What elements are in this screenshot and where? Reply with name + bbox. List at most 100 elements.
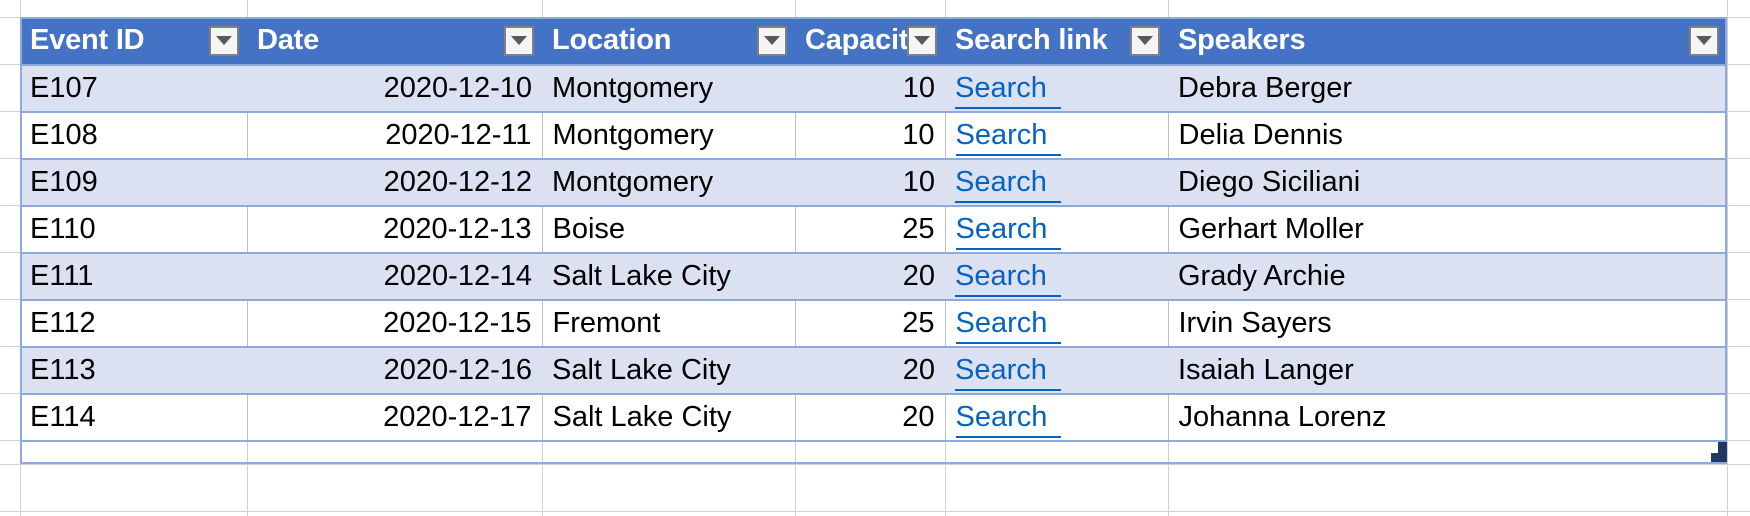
cell-speakers[interactable]: Johanna Lorenz (1167, 393, 1727, 442)
cell-capacity[interactable]: 20 (795, 346, 945, 394)
search-hyperlink[interactable]: Search (955, 117, 1062, 156)
column-header-label-location: Location (552, 24, 672, 56)
filter-dropdown-button-search[interactable] (1130, 25, 1160, 56)
filter-dropdown-button-capacity[interactable] (907, 25, 937, 56)
column-header-event_id[interactable]: Event ID (20, 17, 247, 65)
cell-text-date: 2020-12-11 (385, 119, 532, 151)
cell-search[interactable]: Search (945, 64, 1168, 112)
cell-search[interactable]: Search (944, 393, 1168, 442)
cell-speakers[interactable]: Delia Dennis (1167, 111, 1727, 159)
table-row[interactable]: E113 2020-12-16 Salt Lake City 20 Search Isai… (20, 346, 1727, 394)
table-row[interactable]: E108 2020-12-11 Montgomery 10 Search Delia De… (20, 111, 1727, 159)
cell-text-capacity: 25 (902, 307, 935, 339)
cell-text-date: 2020-12-15 (383, 307, 532, 339)
cell-date[interactable]: 2020-12-15 (246, 299, 542, 347)
cell-date[interactable]: 2020-12-10 (247, 64, 542, 112)
cell-text-speakers: Gerhart Moller (1178, 213, 1364, 245)
cell-text-speakers: Grady Archie (1178, 260, 1346, 292)
cell-speakers[interactable]: Gerhart Moller (1167, 205, 1727, 253)
cell-search[interactable]: Search (944, 299, 1168, 347)
cell-event_id[interactable]: E113 (20, 346, 247, 394)
cell-speakers[interactable]: Isaiah Langer (1168, 346, 1727, 394)
cell-capacity[interactable]: 25 (794, 299, 945, 347)
search-hyperlink[interactable]: Search (955, 211, 1062, 250)
cell-speakers[interactable]: Grady Archie (1168, 252, 1727, 300)
cell-location[interactable]: Montgomery (542, 64, 795, 112)
filter-dropdown-button-date[interactable] (504, 25, 534, 56)
cell-event_id[interactable]: E108 (20, 111, 247, 159)
table-row[interactable]: E110 2020-12-13 Boise 25 Search Gerhart Molle… (20, 205, 1727, 253)
cell-location[interactable]: Montgomery (541, 111, 795, 159)
search-hyperlink[interactable]: Search (955, 399, 1062, 438)
table-header: Event ID Date Location Capacity Search link S… (20, 17, 1727, 65)
cell-event_id[interactable]: E110 (20, 205, 247, 253)
table-row[interactable]: E112 2020-12-15 Fremont 25 Search Irvin Sayer… (20, 299, 1727, 347)
table-row[interactable]: E109 2020-12-12 Montgomery 10 Search Diego Si… (20, 158, 1727, 206)
cell-event_id[interactable]: E107 (20, 64, 247, 112)
cell-date[interactable]: 2020-12-11 (246, 111, 542, 159)
table-row[interactable]: E114 2020-12-17 Salt Lake City 20 Search Joha… (20, 393, 1727, 442)
cell-text-event_id: E114 (30, 401, 96, 433)
cell-text-speakers: Delia Dennis (1178, 119, 1343, 151)
search-hyperlink[interactable]: Search (955, 305, 1062, 344)
cell-date[interactable]: 2020-12-16 (247, 346, 542, 394)
cell-text-speakers: Isaiah Langer (1178, 354, 1354, 386)
column-header-label-date: Date (257, 24, 320, 56)
cell-text-capacity: 10 (902, 119, 935, 151)
cell-location[interactable]: Boise (541, 205, 795, 253)
cell-date[interactable]: 2020-12-12 (247, 158, 542, 206)
cell-event_id[interactable]: E111 (20, 252, 247, 300)
search-hyperlink[interactable]: Search (955, 258, 1061, 297)
search-hyperlink[interactable]: Search (955, 164, 1061, 203)
filter-dropdown-button-location[interactable] (757, 25, 787, 56)
column-header-location[interactable]: Location (542, 17, 795, 65)
resize-handle-bar-vertical (1718, 442, 1727, 462)
cell-capacity[interactable]: 20 (794, 393, 945, 442)
chevron-down-icon (914, 36, 930, 45)
chevron-down-icon (216, 36, 232, 45)
cell-speakers[interactable]: Debra Berger (1168, 64, 1727, 112)
cell-text-speakers: Irvin Sayers (1178, 307, 1332, 339)
table-resize-handle[interactable] (1711, 442, 1727, 462)
cell-search[interactable]: Search (945, 158, 1168, 206)
cell-event_id[interactable]: E109 (20, 158, 247, 206)
cell-date[interactable]: 2020-12-14 (247, 252, 542, 300)
cell-location[interactable]: Salt Lake City (541, 393, 795, 442)
cell-location[interactable]: Montgomery (542, 158, 795, 206)
table-row[interactable]: E107 2020-12-10 Montgomery 10 Search Debra Be… (20, 64, 1727, 112)
cell-text-date: 2020-12-12 (383, 166, 532, 198)
filter-dropdown-button-event_id[interactable] (209, 25, 239, 56)
search-hyperlink[interactable]: Search (955, 70, 1061, 109)
cell-event_id[interactable]: E114 (20, 393, 247, 442)
cell-date[interactable]: 2020-12-13 (246, 205, 542, 253)
cell-location[interactable]: Salt Lake City (542, 346, 795, 394)
column-header-search[interactable]: Search link (945, 17, 1168, 65)
search-hyperlink[interactable]: Search (955, 352, 1061, 391)
cell-date[interactable]: 2020-12-17 (246, 393, 542, 442)
cell-text-date: 2020-12-14 (383, 260, 532, 292)
cell-text-location: Fremont (552, 307, 661, 339)
cell-search[interactable]: Search (944, 111, 1168, 159)
cell-text-capacity: 20 (902, 401, 935, 433)
cell-capacity[interactable]: 20 (795, 252, 945, 300)
cell-capacity[interactable]: 25 (794, 205, 945, 253)
column-header-capacity[interactable]: Capacity (795, 17, 945, 65)
cell-speakers[interactable]: Diego Siciliani (1168, 158, 1727, 206)
cell-location[interactable]: Salt Lake City (542, 252, 795, 300)
cell-text-location: Salt Lake City (552, 401, 732, 433)
cell-event_id[interactable]: E112 (20, 299, 247, 347)
cell-text-event_id: E108 (30, 119, 98, 151)
cell-speakers[interactable]: Irvin Sayers (1167, 299, 1727, 347)
table-row[interactable]: E111 2020-12-14 Salt Lake City 20 Search Grad… (20, 252, 1727, 300)
cell-search[interactable]: Search (945, 252, 1168, 300)
column-header-date[interactable]: Date (247, 17, 542, 65)
column-header-speakers[interactable]: Speakers (1168, 17, 1727, 65)
cell-search[interactable]: Search (944, 205, 1168, 253)
cell-capacity[interactable]: 10 (795, 158, 945, 206)
cell-text-capacity: 10 (902, 72, 935, 104)
filter-dropdown-button-speakers[interactable] (1689, 25, 1719, 56)
cell-capacity[interactable]: 10 (794, 111, 945, 159)
cell-capacity[interactable]: 10 (795, 64, 945, 112)
cell-search[interactable]: Search (945, 346, 1168, 394)
cell-location[interactable]: Fremont (541, 299, 795, 347)
